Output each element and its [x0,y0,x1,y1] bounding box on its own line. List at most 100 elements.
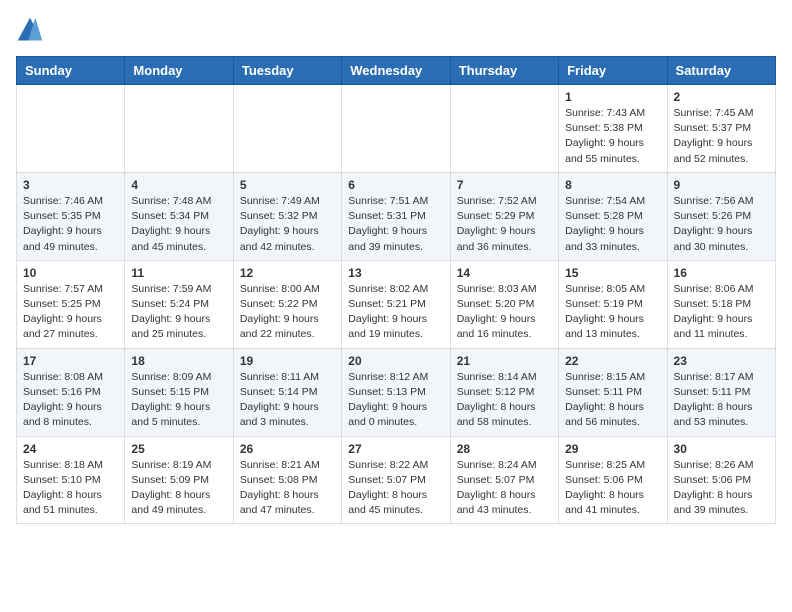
weekday-header-wednesday: Wednesday [342,57,450,85]
calendar-cell: 15 Sunrise: 8:05 AM Sunset: 5:19 PM Dayli… [559,260,667,348]
calendar-cell: 30 Sunrise: 8:26 AM Sunset: 5:06 PM Dayli… [667,436,775,524]
day-info: Sunrise: 7:48 AM Sunset: 5:34 PM Dayligh… [131,194,226,255]
day-info: Sunrise: 7:43 AM Sunset: 5:38 PM Dayligh… [565,106,660,167]
calendar-cell: 4 Sunrise: 7:48 AM Sunset: 5:34 PM Daylig… [125,172,233,260]
day-number: 27 [348,442,443,456]
day-number: 30 [674,442,769,456]
week-row-3: 17Sunrise: 8:08 AM Sunset: 5:16 PM Dayli… [17,348,776,436]
calendar-cell: 6 Sunrise: 7:51 AM Sunset: 5:31 PM Daylig… [342,172,450,260]
day-number: 23 [674,354,769,368]
day-info: Sunrise: 7:59 AM Sunset: 5:24 PM Dayligh… [131,282,226,343]
calendar-cell: 26Sunrise: 8:21 AM Sunset: 5:08 PM Dayli… [233,436,341,524]
calendar-cell [125,85,233,173]
week-row-1: 3 Sunrise: 7:46 AM Sunset: 5:35 PM Daylig… [17,172,776,260]
day-number: 16 [674,266,769,280]
day-info: Sunrise: 8:19 AM Sunset: 5:09 PM Dayligh… [131,458,226,519]
day-number: 17 [23,354,118,368]
day-number: 26 [240,442,335,456]
calendar-cell: 13Sunrise: 8:02 AM Sunset: 5:21 PM Dayli… [342,260,450,348]
day-number: 28 [457,442,552,456]
calendar-cell: 25 Sunrise: 8:19 AM Sunset: 5:09 PM Dayli… [125,436,233,524]
day-info: Sunrise: 8:14 AM Sunset: 5:12 PM Dayligh… [457,370,552,431]
day-info: Sunrise: 8:26 AM Sunset: 5:06 PM Dayligh… [674,458,769,519]
week-row-4: 24 Sunrise: 8:18 AM Sunset: 5:10 PM Dayli… [17,436,776,524]
day-info: Sunrise: 8:03 AM Sunset: 5:20 PM Dayligh… [457,282,552,343]
day-info: Sunrise: 8:24 AM Sunset: 5:07 PM Dayligh… [457,458,552,519]
day-number: 3 [23,178,118,192]
week-row-2: 10 Sunrise: 7:57 AM Sunset: 5:25 PM Dayli… [17,260,776,348]
logo [16,16,48,44]
calendar-cell [342,85,450,173]
day-number: 25 [131,442,226,456]
day-number: 14 [457,266,552,280]
day-info: Sunrise: 8:25 AM Sunset: 5:06 PM Dayligh… [565,458,660,519]
calendar-cell: 22 Sunrise: 8:15 AM Sunset: 5:11 PM Dayli… [559,348,667,436]
day-number: 1 [565,90,660,104]
day-number: 24 [23,442,118,456]
calendar-cell: 27 Sunrise: 8:22 AM Sunset: 5:07 PM Dayli… [342,436,450,524]
day-number: 6 [348,178,443,192]
day-info: Sunrise: 7:57 AM Sunset: 5:25 PM Dayligh… [23,282,118,343]
day-number: 5 [240,178,335,192]
calendar-cell: 16Sunrise: 8:06 AM Sunset: 5:18 PM Dayli… [667,260,775,348]
weekday-header-thursday: Thursday [450,57,558,85]
weekday-header-friday: Friday [559,57,667,85]
week-row-0: 1 Sunrise: 7:43 AM Sunset: 5:38 PM Daylig… [17,85,776,173]
calendar-cell: 1 Sunrise: 7:43 AM Sunset: 5:38 PM Daylig… [559,85,667,173]
day-info: Sunrise: 7:49 AM Sunset: 5:32 PM Dayligh… [240,194,335,255]
calendar-cell: 8Sunrise: 7:54 AM Sunset: 5:28 PM Daylig… [559,172,667,260]
weekday-header-monday: Monday [125,57,233,85]
day-info: Sunrise: 7:56 AM Sunset: 5:26 PM Dayligh… [674,194,769,255]
day-number: 7 [457,178,552,192]
day-number: 22 [565,354,660,368]
day-number: 18 [131,354,226,368]
day-number: 15 [565,266,660,280]
logo-icon [16,16,44,44]
calendar-cell: 19 Sunrise: 8:11 AM Sunset: 5:14 PM Dayli… [233,348,341,436]
calendar-cell: 7 Sunrise: 7:52 AM Sunset: 5:29 PM Daylig… [450,172,558,260]
day-number: 4 [131,178,226,192]
day-info: Sunrise: 8:12 AM Sunset: 5:13 PM Dayligh… [348,370,443,431]
calendar-cell: 18Sunrise: 8:09 AM Sunset: 5:15 PM Dayli… [125,348,233,436]
day-number: 20 [348,354,443,368]
calendar-cell: 5 Sunrise: 7:49 AM Sunset: 5:32 PM Daylig… [233,172,341,260]
calendar-cell [450,85,558,173]
weekday-header-sunday: Sunday [17,57,125,85]
calendar-cell [17,85,125,173]
calendar-cell: 3 Sunrise: 7:46 AM Sunset: 5:35 PM Daylig… [17,172,125,260]
calendar-cell: 28 Sunrise: 8:24 AM Sunset: 5:07 PM Dayli… [450,436,558,524]
day-number: 10 [23,266,118,280]
calendar-cell: 10 Sunrise: 7:57 AM Sunset: 5:25 PM Dayli… [17,260,125,348]
day-number: 29 [565,442,660,456]
calendar-cell: 11Sunrise: 7:59 AM Sunset: 5:24 PM Dayli… [125,260,233,348]
day-info: Sunrise: 7:52 AM Sunset: 5:29 PM Dayligh… [457,194,552,255]
calendar-table: SundayMondayTuesdayWednesdayThursdayFrid… [16,56,776,524]
weekday-header-saturday: Saturday [667,57,775,85]
day-info: Sunrise: 8:15 AM Sunset: 5:11 PM Dayligh… [565,370,660,431]
day-info: Sunrise: 8:18 AM Sunset: 5:10 PM Dayligh… [23,458,118,519]
day-info: Sunrise: 7:46 AM Sunset: 5:35 PM Dayligh… [23,194,118,255]
calendar-cell: 17Sunrise: 8:08 AM Sunset: 5:16 PM Dayli… [17,348,125,436]
day-info: Sunrise: 8:05 AM Sunset: 5:19 PM Dayligh… [565,282,660,343]
calendar-cell: 24 Sunrise: 8:18 AM Sunset: 5:10 PM Dayli… [17,436,125,524]
day-number: 21 [457,354,552,368]
calendar-cell: 9 Sunrise: 7:56 AM Sunset: 5:26 PM Daylig… [667,172,775,260]
day-info: Sunrise: 8:11 AM Sunset: 5:14 PM Dayligh… [240,370,335,431]
day-info: Sunrise: 8:17 AM Sunset: 5:11 PM Dayligh… [674,370,769,431]
calendar-cell: 2 Sunrise: 7:45 AM Sunset: 5:37 PM Daylig… [667,85,775,173]
weekday-header-tuesday: Tuesday [233,57,341,85]
day-info: Sunrise: 8:02 AM Sunset: 5:21 PM Dayligh… [348,282,443,343]
page-header [16,16,776,44]
day-info: Sunrise: 7:51 AM Sunset: 5:31 PM Dayligh… [348,194,443,255]
calendar-cell: 29 Sunrise: 8:25 AM Sunset: 5:06 PM Dayli… [559,436,667,524]
weekday-header-row: SundayMondayTuesdayWednesdayThursdayFrid… [17,57,776,85]
calendar-cell [233,85,341,173]
calendar-cell: 12Sunrise: 8:00 AM Sunset: 5:22 PM Dayli… [233,260,341,348]
calendar-cell: 23 Sunrise: 8:17 AM Sunset: 5:11 PM Dayli… [667,348,775,436]
calendar-cell: 14 Sunrise: 8:03 AM Sunset: 5:20 PM Dayli… [450,260,558,348]
day-number: 9 [674,178,769,192]
day-info: Sunrise: 8:22 AM Sunset: 5:07 PM Dayligh… [348,458,443,519]
day-info: Sunrise: 7:45 AM Sunset: 5:37 PM Dayligh… [674,106,769,167]
day-number: 19 [240,354,335,368]
day-number: 2 [674,90,769,104]
